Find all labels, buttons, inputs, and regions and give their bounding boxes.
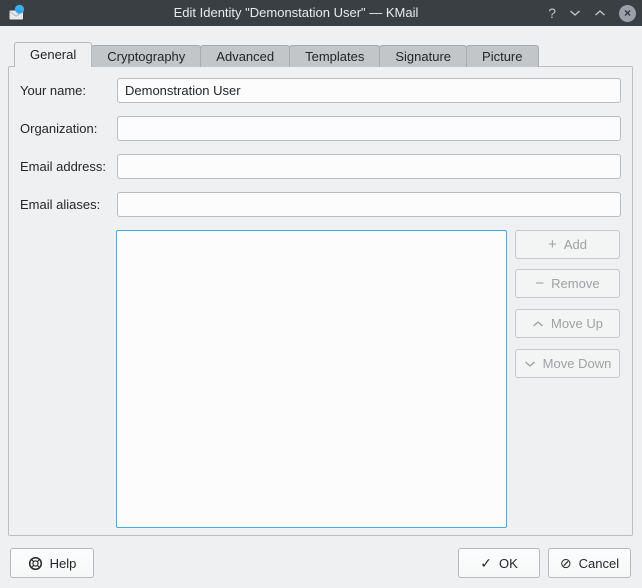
cancel-icon: ⊘ <box>560 556 572 570</box>
tab-cryptography[interactable]: Cryptography <box>91 45 201 67</box>
email-aliases-label: Email aliases: <box>20 192 100 217</box>
window-close-button[interactable]: × <box>619 5 636 22</box>
email-address-label: Email address: <box>20 154 106 179</box>
organization-input[interactable] <box>117 116 621 141</box>
email-aliases-input[interactable] <box>117 192 621 217</box>
email-aliases-list[interactable] <box>116 230 507 528</box>
chevron-down-icon <box>569 9 581 17</box>
window-minimize-button[interactable] <box>569 9 581 17</box>
tab-picture[interactable]: Picture <box>466 45 538 67</box>
ok-button[interactable]: ✓ OK <box>458 548 540 578</box>
your-name-label: Your name: <box>20 78 86 103</box>
check-icon: ✓ <box>480 556 492 570</box>
tab-bar: General Cryptography Advanced Templates … <box>14 41 538 67</box>
kmail-app-icon <box>8 4 26 22</box>
minus-icon: − <box>535 276 544 291</box>
move-down-button[interactable]: Move Down <box>515 349 620 378</box>
your-name-input[interactable] <box>117 78 621 103</box>
window-maximize-button[interactable] <box>594 9 606 17</box>
window-title: Edit Identity "Demonstation User" — KMai… <box>60 0 532 26</box>
titlebar: Edit Identity "Demonstation User" — KMai… <box>0 0 642 26</box>
move-down-button-label: Move Down <box>543 356 612 371</box>
move-up-button-label: Move Up <box>551 316 603 331</box>
chevron-up-icon <box>594 9 606 17</box>
tab-signature[interactable]: Signature <box>379 45 467 67</box>
email-address-input[interactable] <box>117 154 621 179</box>
tab-advanced[interactable]: Advanced <box>200 45 290 67</box>
tab-templates[interactable]: Templates <box>289 45 380 67</box>
help-button[interactable]: Help <box>10 548 94 578</box>
ok-button-label: OK <box>499 556 518 571</box>
cancel-button[interactable]: ⊘ Cancel <box>548 548 631 578</box>
move-up-button[interactable]: Move Up <box>515 309 620 338</box>
cancel-button-label: Cancel <box>579 556 619 571</box>
add-button[interactable]: + Add <box>515 230 620 259</box>
chevron-up-icon <box>532 320 544 328</box>
chevron-down-icon <box>524 360 536 368</box>
organization-label: Organization: <box>20 116 97 141</box>
remove-button[interactable]: − Remove <box>515 269 620 298</box>
window-help-button[interactable]: ? <box>548 6 556 20</box>
tab-general[interactable]: General <box>14 42 92 67</box>
add-button-label: Add <box>564 237 587 252</box>
remove-button-label: Remove <box>551 276 599 291</box>
help-button-label: Help <box>50 556 77 571</box>
life-buoy-icon <box>28 556 43 571</box>
plus-icon: + <box>548 237 557 252</box>
